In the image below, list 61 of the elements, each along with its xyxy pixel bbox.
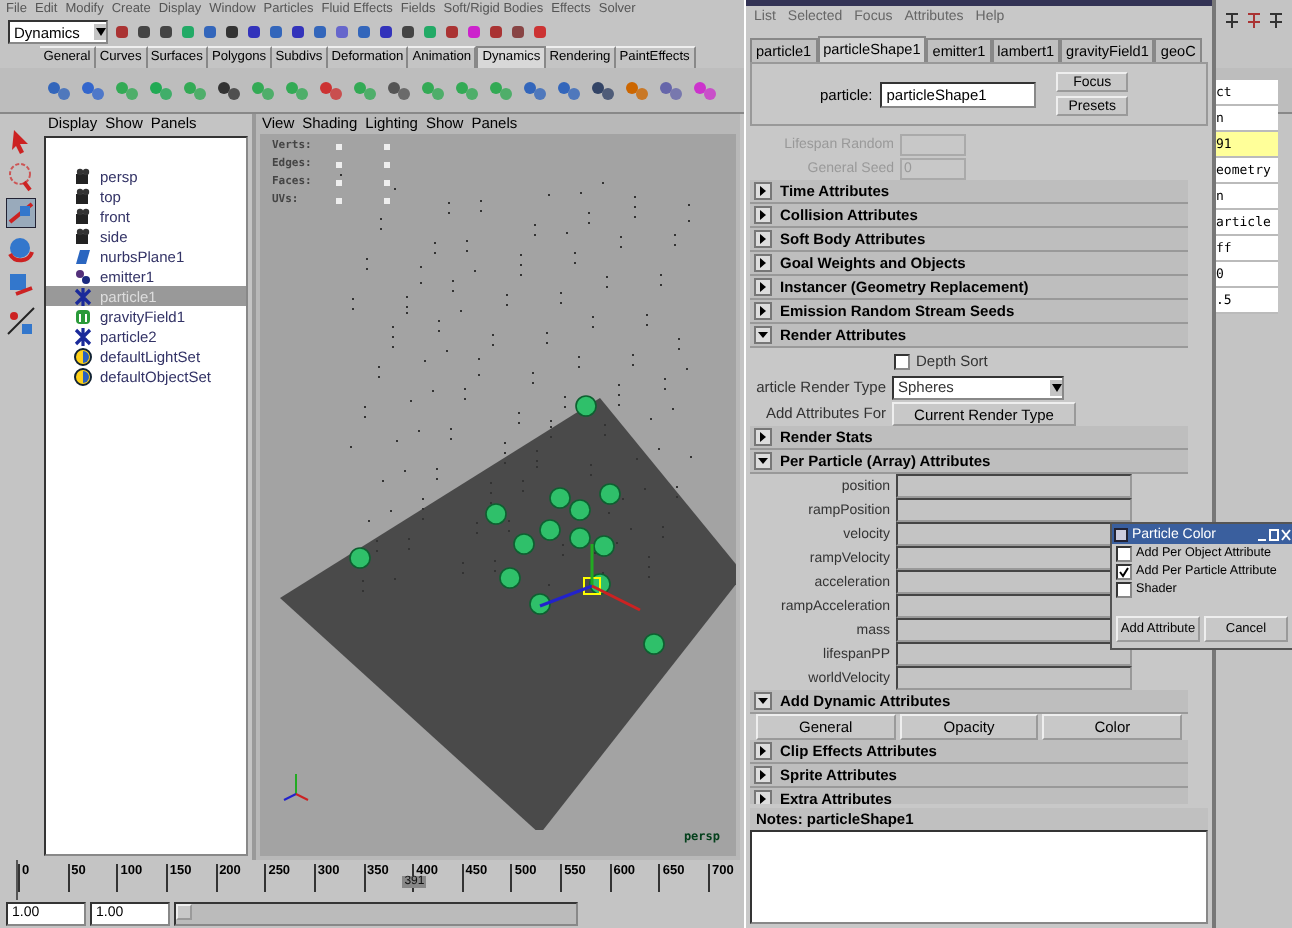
- set-icon: [74, 347, 92, 365]
- hud-marker: [336, 143, 342, 149]
- hud-marker: [336, 179, 342, 185]
- expand-toggle-icon[interactable]: [754, 206, 772, 224]
- attribute-field[interactable]: [896, 642, 1132, 666]
- shelf-tool-icon[interactable]: [80, 77, 106, 103]
- expand-toggle-icon[interactable]: [754, 278, 772, 296]
- expand-toggle-icon[interactable]: [754, 742, 772, 760]
- shelf-tool-icon[interactable]: [46, 77, 72, 103]
- manipulator-drawing: [539, 544, 641, 612]
- camera-icon: [74, 187, 92, 205]
- expand-toggle-icon[interactable]: [754, 230, 772, 248]
- emitter-icon: [74, 267, 92, 285]
- checkbox[interactable]: [1116, 581, 1132, 597]
- shelf-tool-icon[interactable]: [556, 77, 582, 103]
- checkbox[interactable]: [894, 353, 910, 369]
- expand-toggle-icon[interactable]: [754, 766, 772, 784]
- hud-marker: [384, 197, 390, 203]
- hud-marker: [336, 197, 342, 203]
- particle-icon: [74, 327, 92, 345]
- field-icon: [74, 307, 92, 325]
- hud-marker: [384, 143, 390, 149]
- camera-icon: [74, 227, 92, 245]
- channel-tool-icon[interactable]: [1224, 12, 1240, 30]
- attribute-field[interactable]: [896, 666, 1132, 690]
- expand-toggle-icon[interactable]: [754, 428, 772, 446]
- checkmark-icon: [1118, 565, 1130, 577]
- expand-toggle-icon[interactable]: [754, 452, 772, 470]
- notes-field[interactable]: [750, 830, 1208, 924]
- axis-gizmo-icon: [283, 773, 309, 801]
- channel-tool-icon[interactable]: [1246, 12, 1262, 30]
- window-icon: [1114, 527, 1128, 541]
- shelf-tool-icon[interactable]: [590, 77, 616, 103]
- caret-icon: [1051, 383, 1061, 391]
- window-controls-icon[interactable]: [1256, 527, 1292, 541]
- checkbox[interactable]: [1116, 545, 1132, 561]
- attribute-field[interactable]: [896, 474, 1132, 498]
- set-icon: [74, 367, 92, 385]
- range-slider-thumb[interactable]: [176, 904, 192, 920]
- hud-marker: [384, 161, 390, 167]
- plane-icon: [74, 247, 92, 265]
- expand-toggle-icon[interactable]: [754, 326, 772, 344]
- hud-marker: [336, 161, 342, 167]
- manipulator-tool-icon[interactable]: [5, 306, 35, 336]
- shelf-tool-icon[interactable]: [522, 77, 548, 103]
- expand-toggle-icon[interactable]: [754, 692, 772, 710]
- shelf-tool-icon[interactable]: [386, 77, 412, 103]
- channel-tool-icon[interactable]: [1268, 12, 1284, 30]
- move-tool-icon[interactable]: [5, 198, 35, 228]
- caret-icon: [95, 28, 105, 36]
- checkbox[interactable]: [1116, 563, 1132, 579]
- hud-marker: [384, 179, 390, 185]
- camera-icon: [74, 207, 92, 225]
- expand-toggle-icon[interactable]: [754, 302, 772, 320]
- expand-toggle-icon[interactable]: [754, 182, 772, 200]
- particle-icon: [74, 287, 92, 305]
- expand-toggle-icon[interactable]: [754, 790, 772, 804]
- camera-icon: [74, 167, 92, 185]
- shelf-tool-icon[interactable]: [216, 77, 242, 103]
- expand-toggle-icon[interactable]: [754, 254, 772, 272]
- attribute-field[interactable]: [896, 498, 1132, 522]
